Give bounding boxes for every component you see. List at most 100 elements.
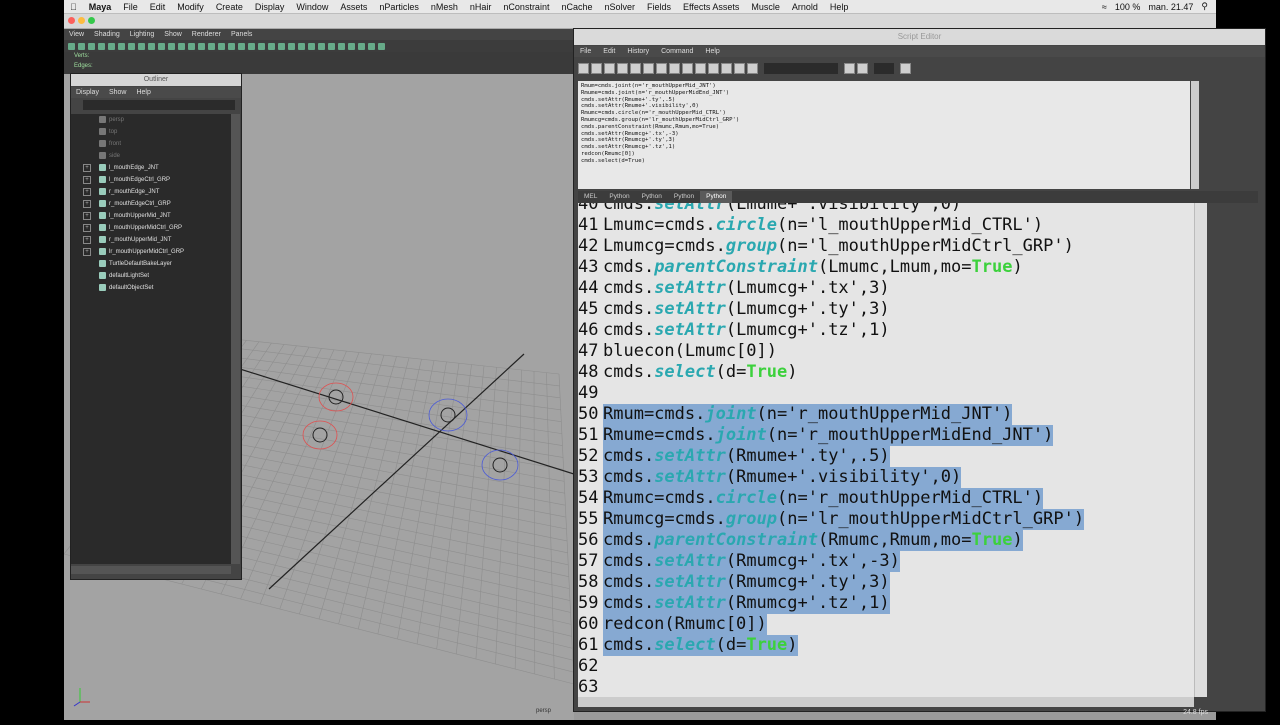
- outliner-menu-item[interactable]: Display: [71, 89, 104, 96]
- menubar-item[interactable]: File: [117, 2, 144, 12]
- close-icon[interactable]: [68, 17, 75, 24]
- viewport-tool-icon[interactable]: [288, 42, 295, 50]
- history-pane[interactable]: Rmum=cmds.joint(n='r_mouthUpperMid_JNT')…: [578, 81, 1190, 189]
- viewport-tool-icon[interactable]: [318, 42, 325, 50]
- clear-all-icon[interactable]: [682, 62, 693, 74]
- outliner-row[interactable]: defaultLightSet: [71, 270, 231, 282]
- viewport-tool-icon[interactable]: [148, 42, 155, 50]
- viewport-tool-icon[interactable]: [158, 42, 165, 50]
- viewport-tool-icon[interactable]: [228, 42, 235, 50]
- viewport-tool-icon[interactable]: [88, 42, 95, 50]
- zoom-icon[interactable]: [88, 17, 95, 24]
- menubar-item[interactable]: Muscle: [745, 2, 786, 12]
- script-editor-menu-item[interactable]: Help: [699, 48, 725, 55]
- clear-history-icon[interactable]: [656, 62, 667, 74]
- quick-help-field[interactable]: [764, 62, 838, 74]
- clear-input-icon[interactable]: [669, 62, 680, 74]
- outliner-filter-input[interactable]: [83, 100, 235, 110]
- editor-vscrollbar[interactable]: [1194, 203, 1207, 697]
- viewport-tool-icon[interactable]: [108, 42, 115, 50]
- outliner-row[interactable]: top: [71, 126, 231, 138]
- script-tab[interactable]: Python: [668, 191, 700, 203]
- menubar-item[interactable]: nConstraint: [497, 2, 555, 12]
- menubar-item[interactable]: Assets: [334, 2, 373, 12]
- viewport-tool-icon[interactable]: [378, 42, 385, 50]
- history-scrollbar[interactable]: [1191, 81, 1199, 189]
- viewport-tool-icon[interactable]: [328, 42, 335, 50]
- show-line-numbers-icon[interactable]: [643, 62, 654, 74]
- viewport-tool-icon[interactable]: [268, 42, 275, 50]
- outliner-vscrollbar[interactable]: [231, 114, 240, 564]
- menubar-item[interactable]: Arnold: [786, 2, 824, 12]
- save-script-icon[interactable]: [604, 62, 615, 74]
- viewport-tool-icon[interactable]: [198, 42, 205, 50]
- viewport-tool-icon[interactable]: [358, 42, 365, 50]
- battery-label[interactable]: 100 %: [1115, 2, 1141, 12]
- viewport-tool-icon[interactable]: [368, 42, 375, 50]
- viewport-tool-icon[interactable]: [338, 42, 345, 50]
- expand-icon[interactable]: +: [83, 224, 91, 232]
- script-tab[interactable]: Python: [603, 191, 635, 203]
- open-script-icon[interactable]: [578, 62, 589, 74]
- code-editor[interactable]: 40 cmds.setAttr(Lmume+'.visibility',0) 41 L…: [578, 203, 1194, 697]
- clock[interactable]: man. 21.47: [1148, 2, 1193, 12]
- panel-menu-item[interactable]: View: [64, 31, 89, 38]
- red-control-curve[interactable]: [318, 382, 354, 412]
- panel-menu-item[interactable]: Shading: [89, 31, 125, 38]
- replace-icon[interactable]: [857, 62, 868, 74]
- viewport-tool-icon[interactable]: [138, 42, 145, 50]
- wifi-icon[interactable]: ≈: [1102, 2, 1107, 12]
- menubar-item[interactable]: Display: [249, 2, 291, 12]
- viewport-tool-icon[interactable]: [248, 42, 255, 50]
- red-control-curve[interactable]: [302, 420, 338, 450]
- viewport-tool-icon[interactable]: [68, 42, 75, 50]
- menubar-item[interactable]: Edit: [144, 2, 172, 12]
- outliner-hscrollbar[interactable]: [71, 566, 231, 574]
- outliner-menu-item[interactable]: Help: [131, 89, 155, 96]
- options-icon[interactable]: [900, 62, 911, 74]
- command-search-field[interactable]: [874, 62, 894, 74]
- panel-menu-item[interactable]: Renderer: [187, 31, 226, 38]
- viewport-tool-icon[interactable]: [238, 42, 245, 50]
- script-tab[interactable]: Python: [700, 191, 733, 203]
- expand-icon[interactable]: +: [83, 164, 91, 172]
- script-editor-menu-item[interactable]: File: [574, 48, 597, 55]
- viewport-tool-icon[interactable]: [308, 42, 315, 50]
- apple-icon[interactable]: : [64, 2, 83, 12]
- expand-icon[interactable]: +: [83, 176, 91, 184]
- show-both-icon[interactable]: [721, 62, 732, 74]
- menubar-item[interactable]: nSolver: [598, 2, 641, 12]
- expand-icon[interactable]: +: [83, 200, 91, 208]
- outliner-row[interactable]: front: [71, 138, 231, 150]
- panel-menu-item[interactable]: Panels: [226, 31, 257, 38]
- menubar-item[interactable]: nMesh: [425, 2, 464, 12]
- outliner-row[interactable]: defaultObjectSet: [71, 282, 231, 294]
- menubar-item[interactable]: Window: [290, 2, 334, 12]
- menubar-item[interactable]: Effects Assets: [677, 2, 745, 12]
- viewport-tool-icon[interactable]: [98, 42, 105, 50]
- script-tab[interactable]: Python: [636, 191, 668, 203]
- expand-icon[interactable]: +: [83, 236, 91, 244]
- outliner-row[interactable]: side: [71, 150, 231, 162]
- menubar-app-name[interactable]: Maya: [83, 2, 118, 12]
- outliner-row[interactable]: + lr_mouthUpperMidCtrl_GRP: [71, 246, 231, 258]
- editor-hscrollbar[interactable]: [578, 697, 1194, 707]
- menubar-item[interactable]: Create: [210, 2, 249, 12]
- execute-all-icon[interactable]: [734, 62, 745, 74]
- viewport-tool-icon[interactable]: [258, 42, 265, 50]
- script-editor-menu-item[interactable]: History: [621, 48, 655, 55]
- outliner-row[interactable]: + r_mouthEdge_JNT: [71, 186, 231, 198]
- outliner-row[interactable]: persp: [71, 114, 231, 126]
- script-editor-menu-item[interactable]: Edit: [597, 48, 621, 55]
- expand-icon[interactable]: +: [83, 248, 91, 256]
- search-icon[interactable]: [844, 62, 855, 74]
- viewport-tool-icon[interactable]: [78, 42, 85, 50]
- viewport-tool-icon[interactable]: [298, 42, 305, 50]
- expand-icon[interactable]: +: [83, 212, 91, 220]
- menubar-item[interactable]: nCache: [555, 2, 598, 12]
- menubar-item[interactable]: nParticles: [373, 2, 425, 12]
- panel-menu-item[interactable]: Lighting: [125, 31, 160, 38]
- expand-icon[interactable]: +: [83, 188, 91, 196]
- outliner-row[interactable]: + l_mouthEdge_JNT: [71, 162, 231, 174]
- outliner-row[interactable]: TurtleDefaultBakeLayer: [71, 258, 231, 270]
